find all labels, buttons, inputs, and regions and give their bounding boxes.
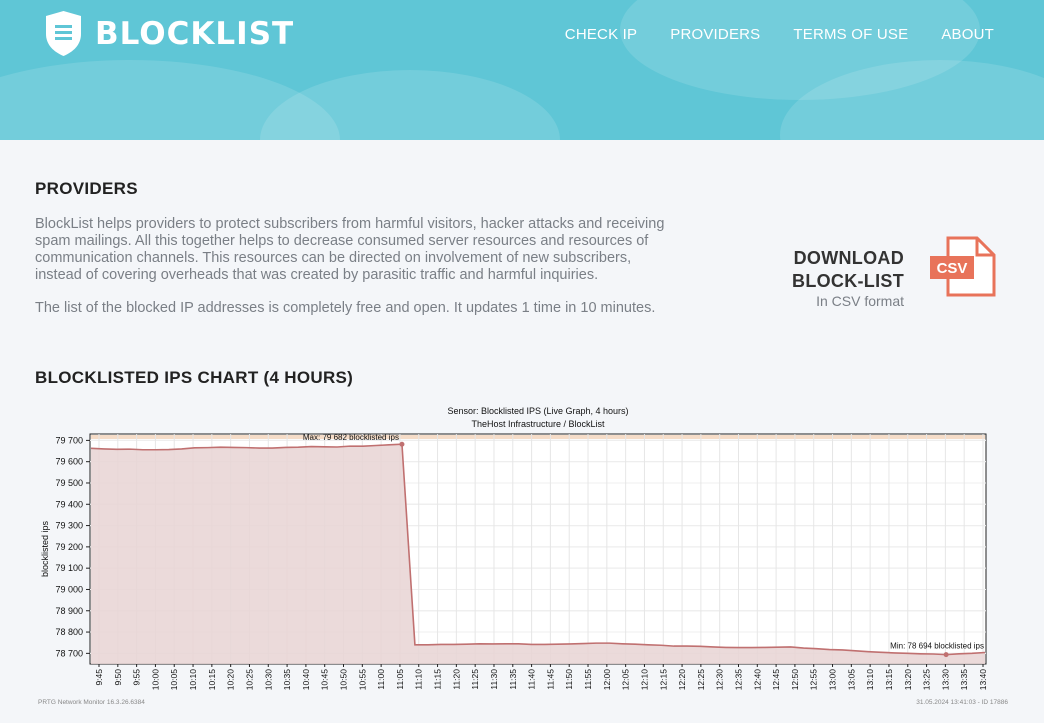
x-tick-label: 10:45: [320, 669, 330, 691]
x-tick-label: 12:35: [733, 669, 743, 691]
x-tick-label: 13:05: [846, 669, 856, 691]
y-tick-label: 78 900: [55, 606, 83, 616]
x-tick-label: 12:50: [790, 669, 800, 691]
x-tick-label: 10:40: [301, 669, 311, 691]
x-tick-label: 10:30: [263, 669, 273, 691]
x-tick-label: 11:10: [414, 669, 424, 690]
x-tick-label: 12:25: [696, 669, 706, 691]
nav-about[interactable]: ABOUT: [941, 26, 994, 43]
chart-svg: Sensor: Blocklisted IPS (Live Graph, 4 h…: [38, 406, 1008, 706]
x-tick-label: 13:40: [978, 669, 988, 691]
nav-terms-of-use[interactable]: TERMS OF USE: [793, 26, 908, 43]
y-tick-label: 78 800: [55, 627, 83, 637]
x-tick-label: 13:20: [903, 669, 913, 691]
csv-icon-label: CSV: [937, 260, 968, 277]
x-tick-label: 12:40: [752, 669, 762, 691]
x-tick-label: 11:00: [376, 669, 386, 690]
x-tick-label: 10:10: [188, 669, 198, 691]
y-tick-label: 79 500: [55, 478, 83, 488]
x-tick-label: 13:25: [922, 669, 932, 691]
x-tick-label: 13:15: [884, 669, 894, 691]
x-tick-label: 10:55: [357, 669, 367, 691]
logo[interactable]: BLOCKLIST: [44, 10, 294, 57]
y-tick-label: 79 000: [55, 584, 83, 594]
providers-title: PROVIDERS: [35, 179, 138, 198]
chart-title: Sensor: Blocklisted IPS (Live Graph, 4 h…: [447, 406, 628, 416]
x-tick-label: 11:20: [451, 669, 461, 690]
x-tick-label: 12:05: [621, 669, 631, 691]
x-tick-label: 10:25: [244, 669, 254, 691]
x-tick-label: 10:00: [150, 669, 160, 691]
y-tick-label: 79 700: [55, 435, 83, 445]
x-tick-label: 13:00: [828, 669, 838, 691]
x-tick-label: 12:15: [658, 669, 668, 691]
csv-file-icon[interactable]: CSV: [929, 236, 996, 297]
nav-check-ip[interactable]: CHECK IP: [565, 26, 637, 43]
x-tick-label: 9:55: [132, 669, 142, 686]
x-tick-label: 11:40: [527, 669, 537, 690]
cloud-decoration: [260, 70, 560, 140]
y-tick-label: 79 300: [55, 521, 83, 531]
x-tick-label: 11:50: [564, 669, 574, 690]
x-tick-label: 13:35: [959, 669, 969, 691]
x-tick-label: 11:45: [545, 669, 555, 690]
min-marker: [943, 652, 949, 658]
nav-providers[interactable]: PROVIDERS: [670, 26, 760, 43]
x-tick-label: 9:50: [113, 669, 123, 686]
blocklisted-ips-chart: Sensor: Blocklisted IPS (Live Graph, 4 h…: [33, 398, 1013, 710]
providers-update-note: The list of the blocked IP addresses is …: [35, 300, 656, 316]
download-block-list-link[interactable]: DOWNLOAD BLOCK-LIST In CSV format: [792, 247, 904, 309]
y-tick-label: 79 400: [55, 499, 83, 509]
y-tick-label: 79 200: [55, 542, 83, 552]
hero-header: BLOCKLIST CHECK IP PROVIDERS TERMS OF US…: [0, 0, 1044, 140]
providers-description: BlockList helps providers to protect sub…: [35, 216, 665, 283]
shield-list-icon: [46, 11, 81, 56]
logo-text: BLOCKLIST: [95, 15, 295, 52]
chart-footer-left: PRTG Network Monitor 16.3.26.6384: [38, 699, 145, 706]
x-tick-label: 12:20: [677, 669, 687, 691]
download-format: In CSV format: [816, 293, 904, 309]
x-tick-label: 12:00: [602, 669, 612, 691]
max-label: Max: 79 682 blocklisted ips: [303, 433, 399, 442]
x-tick-label: 12:30: [715, 669, 725, 691]
y-tick-label: 78 700: [55, 648, 83, 658]
x-tick-label: 12:10: [639, 669, 649, 691]
x-tick-label: 11:05: [395, 669, 405, 690]
y-tick-label: 79 600: [55, 457, 83, 467]
x-tick-label: 13:30: [940, 669, 950, 691]
chart-footer-right: 31.05.2024 13:41:03 - ID 17886: [916, 699, 1008, 706]
x-tick-label: 11:35: [508, 669, 518, 690]
x-tick-label: 12:55: [809, 669, 819, 691]
x-tick-label: 9:45: [94, 669, 104, 686]
x-tick-label: 12:45: [771, 669, 781, 691]
x-tick-label: 11:15: [433, 669, 443, 690]
download-title-line1: DOWNLOAD: [793, 248, 904, 268]
x-tick-label: 10:15: [207, 669, 217, 691]
y-axis-label: blocklisted ips: [40, 520, 50, 577]
chart-subtitle: TheHost Infrastructure / BlockList: [471, 419, 605, 429]
x-tick-label: 11:25: [470, 669, 480, 690]
x-tick-label: 11:30: [489, 669, 499, 690]
x-tick-label: 11:55: [583, 669, 593, 690]
min-label: Min: 78 694 blocklisted ips: [890, 642, 984, 651]
x-tick-label: 10:50: [339, 669, 349, 691]
chart-section-title: BLOCKLISTED IPS CHART (4 HOURS): [35, 368, 354, 387]
x-tick-label: 10:20: [226, 669, 236, 691]
download-title-line2: BLOCK-LIST: [792, 271, 904, 291]
y-tick-label: 79 100: [55, 563, 83, 573]
x-tick-label: 10:05: [169, 669, 179, 691]
x-tick-label: 13:10: [865, 669, 875, 691]
max-marker: [399, 441, 405, 447]
x-tick-label: 10:35: [282, 669, 292, 691]
main-nav: CHECK IP PROVIDERS TERMS OF USE ABOUT: [532, 26, 994, 43]
